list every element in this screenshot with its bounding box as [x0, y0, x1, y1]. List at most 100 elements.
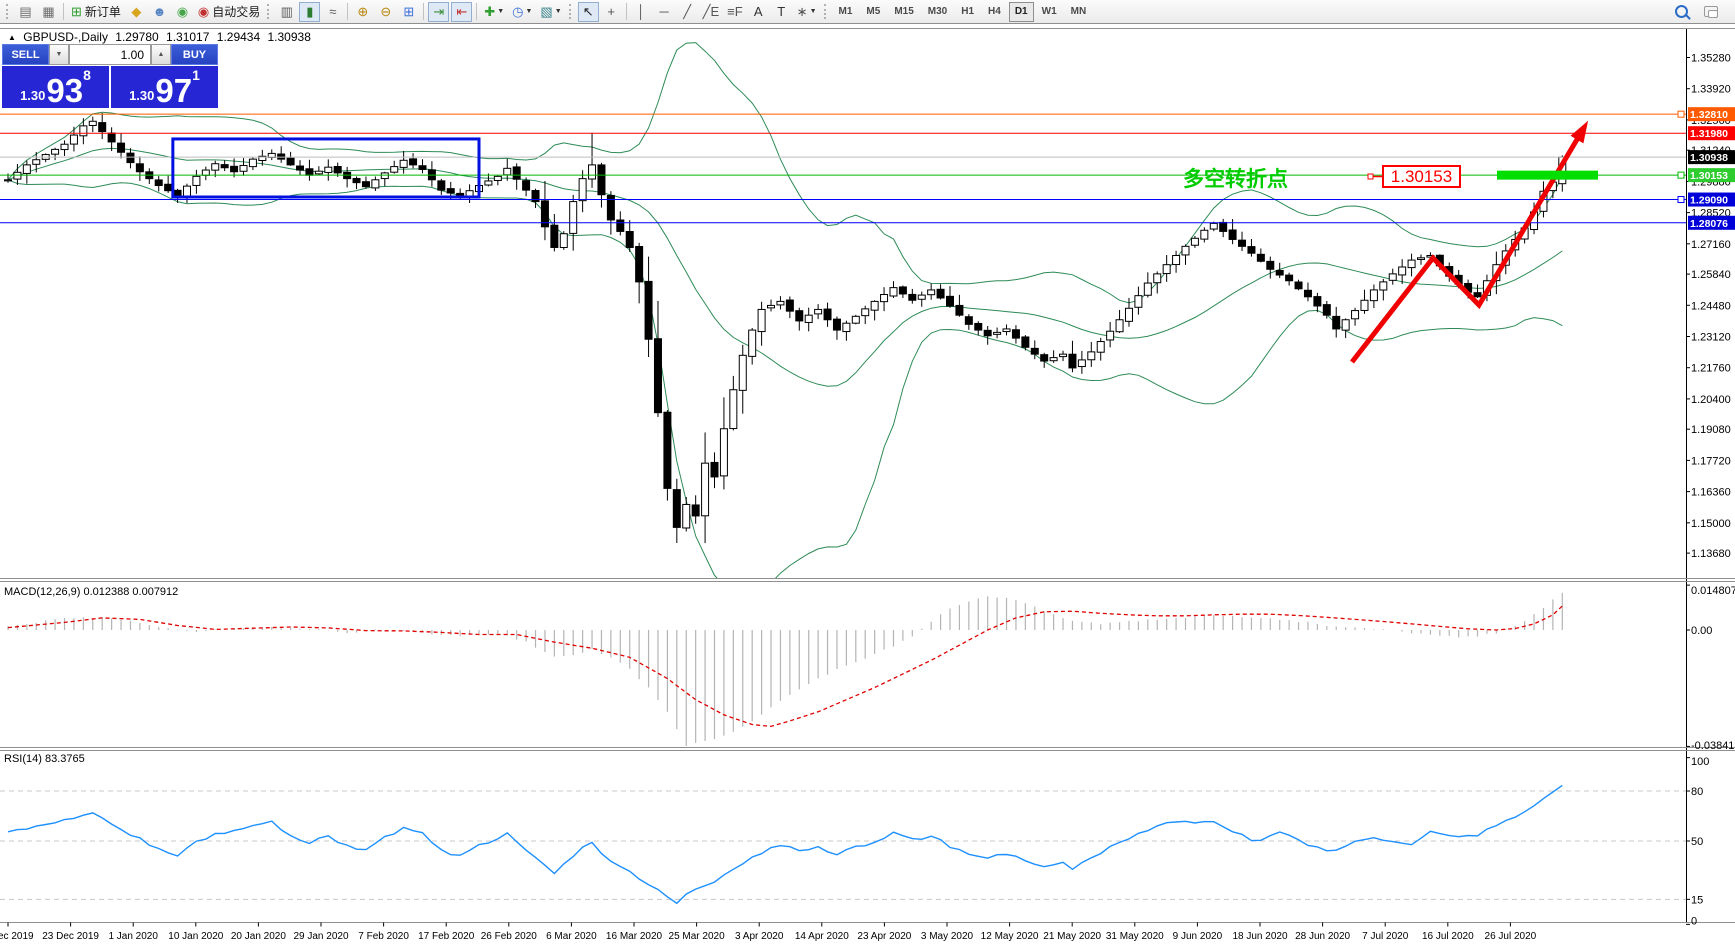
volume-increase-button[interactable]: ▲	[151, 44, 171, 65]
cursor-icon[interactable]: ↖	[578, 2, 599, 22]
arrows-icon-dropdown[interactable]: ▼	[810, 8, 817, 15]
candle-bull	[928, 290, 935, 295]
timeframe-m30[interactable]: M30	[922, 2, 953, 22]
timeframe-m5[interactable]: M5	[860, 2, 886, 22]
candle-bull	[852, 316, 859, 323]
volume-decrease-button[interactable]: ▼	[49, 44, 69, 65]
volume-input[interactable]	[69, 44, 151, 65]
candle-bull	[23, 165, 30, 174]
symbol-dropdown-marker[interactable]: ▲	[8, 33, 16, 42]
price-axis-tick: 1.25840	[1691, 269, 1731, 281]
chart-shift-icon[interactable]: ⇤	[451, 2, 472, 22]
timeframe-m1[interactable]: M1	[833, 2, 859, 22]
chat-icon[interactable]	[1700, 2, 1721, 22]
timeframe-h1[interactable]: H1	[955, 2, 980, 22]
autotrading-button: ◉	[198, 5, 209, 18]
candle-bull	[212, 164, 219, 170]
candle-bear	[984, 330, 991, 335]
toolbar: ▤▦⊞新订单◆☻◉◉自动交易▥▮≈⊕⊖⊞⇥⇤✚▼◷▼▧▼↖+│─╱╱E≡FAT∗…	[0, 0, 1735, 24]
templates-icon[interactable]: ▧▼	[537, 2, 564, 22]
sell-price[interactable]: 1.30 93 8	[2, 66, 109, 108]
sell-price-point: 8	[83, 68, 91, 82]
candle-bear	[1229, 230, 1236, 239]
community-icon[interactable]: ☻	[149, 2, 170, 22]
zoom-in-icon[interactable]: ⊕	[352, 2, 373, 22]
candle-bull	[1154, 274, 1161, 283]
signals-icon[interactable]: ◉	[172, 2, 193, 22]
templates-icon-dropdown[interactable]: ▼	[555, 8, 562, 15]
candle-bull	[1125, 308, 1132, 321]
candlestick-chart-icon[interactable]: ▮	[299, 2, 320, 22]
text-label-icon[interactable]: T	[771, 2, 792, 22]
date-axis-label: 7 Jul 2020	[1362, 931, 1409, 942]
indicators-icon-dropdown[interactable]: ▼	[497, 8, 504, 15]
search-icon[interactable]	[1671, 2, 1692, 22]
buy-price[interactable]: 1.30 97 1	[111, 66, 218, 108]
chart-profiles-icon[interactable]: ▦	[38, 2, 59, 22]
candle-bull	[1097, 342, 1104, 353]
candle-bull	[881, 295, 888, 302]
periods-icon-dropdown[interactable]: ▼	[525, 8, 532, 15]
timeframe-d1[interactable]: D1	[1009, 2, 1034, 22]
text-icon[interactable]: A	[748, 2, 769, 22]
date-axis-label: 3 May 2020	[921, 931, 974, 942]
candle-bull	[1003, 329, 1010, 332]
autotrading-button[interactable]: ◉自动交易	[195, 2, 263, 22]
chart-title-high: 1.31017	[166, 30, 209, 44]
timeframe-mn[interactable]: MN	[1065, 2, 1093, 22]
periods-icon[interactable]: ◷▼	[509, 2, 535, 22]
sell-button[interactable]: SELL	[2, 44, 49, 65]
line-chart-icon[interactable]: ≈	[322, 2, 343, 22]
zoom-out-icon[interactable]: ⊖	[375, 2, 396, 22]
price-axis-tick: 1.23120	[1691, 332, 1731, 344]
candle-bear	[457, 193, 464, 195]
autoscroll-icon: ⇥	[433, 5, 444, 18]
zoom-out-icon: ⊖	[380, 5, 391, 18]
candle-bear	[165, 184, 172, 190]
candle-bull	[70, 135, 77, 144]
timeframe-h4[interactable]: H4	[982, 2, 1007, 22]
date-axis-label: 28 Jun 2020	[1295, 931, 1350, 942]
indicators-icon[interactable]: ✚▼	[481, 2, 507, 22]
buy-price-point: 1	[192, 68, 200, 82]
timeframe-w1[interactable]: W1	[1036, 2, 1063, 22]
candle-bull	[202, 170, 209, 175]
candle-bull	[240, 165, 247, 171]
rsi-label: RSI(14) 83.3765	[4, 753, 85, 765]
price-chart[interactable]: 多空转折点1.301531.352801.339201.325601.31240…	[0, 24, 1735, 949]
turn-point-annotation[interactable]: 多空转折点	[1183, 167, 1288, 191]
bar-chart-icon[interactable]: ▥	[276, 2, 297, 22]
tile-windows-icon[interactable]: ⊞	[398, 2, 419, 22]
rsi-axis-tick: 15	[1691, 894, 1703, 906]
candle-bull	[1107, 331, 1114, 340]
candle-bull	[1050, 358, 1057, 361]
buy-button[interactable]: BUY	[171, 44, 218, 65]
crosshair-icon[interactable]: +	[601, 2, 622, 22]
candle-bear	[1314, 297, 1321, 306]
candle-bull	[843, 323, 850, 331]
trendline-icon[interactable]: ╱	[677, 2, 698, 22]
new-order-button[interactable]: ⊞新订单	[68, 2, 124, 22]
arrows-icon[interactable]: ∗▼	[794, 2, 820, 22]
timeframe-m15[interactable]: M15	[888, 2, 919, 22]
vertical-line-icon[interactable]: │	[631, 2, 652, 22]
candle-bear	[947, 296, 954, 306]
candle-bear	[99, 123, 106, 132]
tile-windows-icon: ⊞	[403, 5, 414, 18]
candle-bear	[654, 339, 661, 413]
charts-list-icon[interactable]: ▤	[15, 2, 36, 22]
candle-bull	[1135, 296, 1142, 308]
buy-price-figure: 1.30	[129, 89, 154, 105]
fibonacci-icon[interactable]: ≡F	[724, 2, 746, 22]
equidistant-channel-icon[interactable]: ╱E	[700, 2, 723, 22]
market-icon[interactable]: ◆	[126, 2, 147, 22]
support-zone-bar[interactable]	[1497, 171, 1598, 180]
autoscroll-icon[interactable]: ⇥	[428, 2, 449, 22]
candle-bull	[1116, 320, 1123, 332]
line-chart-icon: ≈	[329, 5, 336, 18]
date-axis-label: 23 Apr 2020	[857, 931, 911, 942]
candle-bull	[1088, 352, 1095, 360]
candle-bear	[231, 166, 238, 171]
horizontal-line-icon[interactable]: ─	[654, 2, 675, 22]
price-axis-tick: 1.16360	[1691, 487, 1731, 499]
